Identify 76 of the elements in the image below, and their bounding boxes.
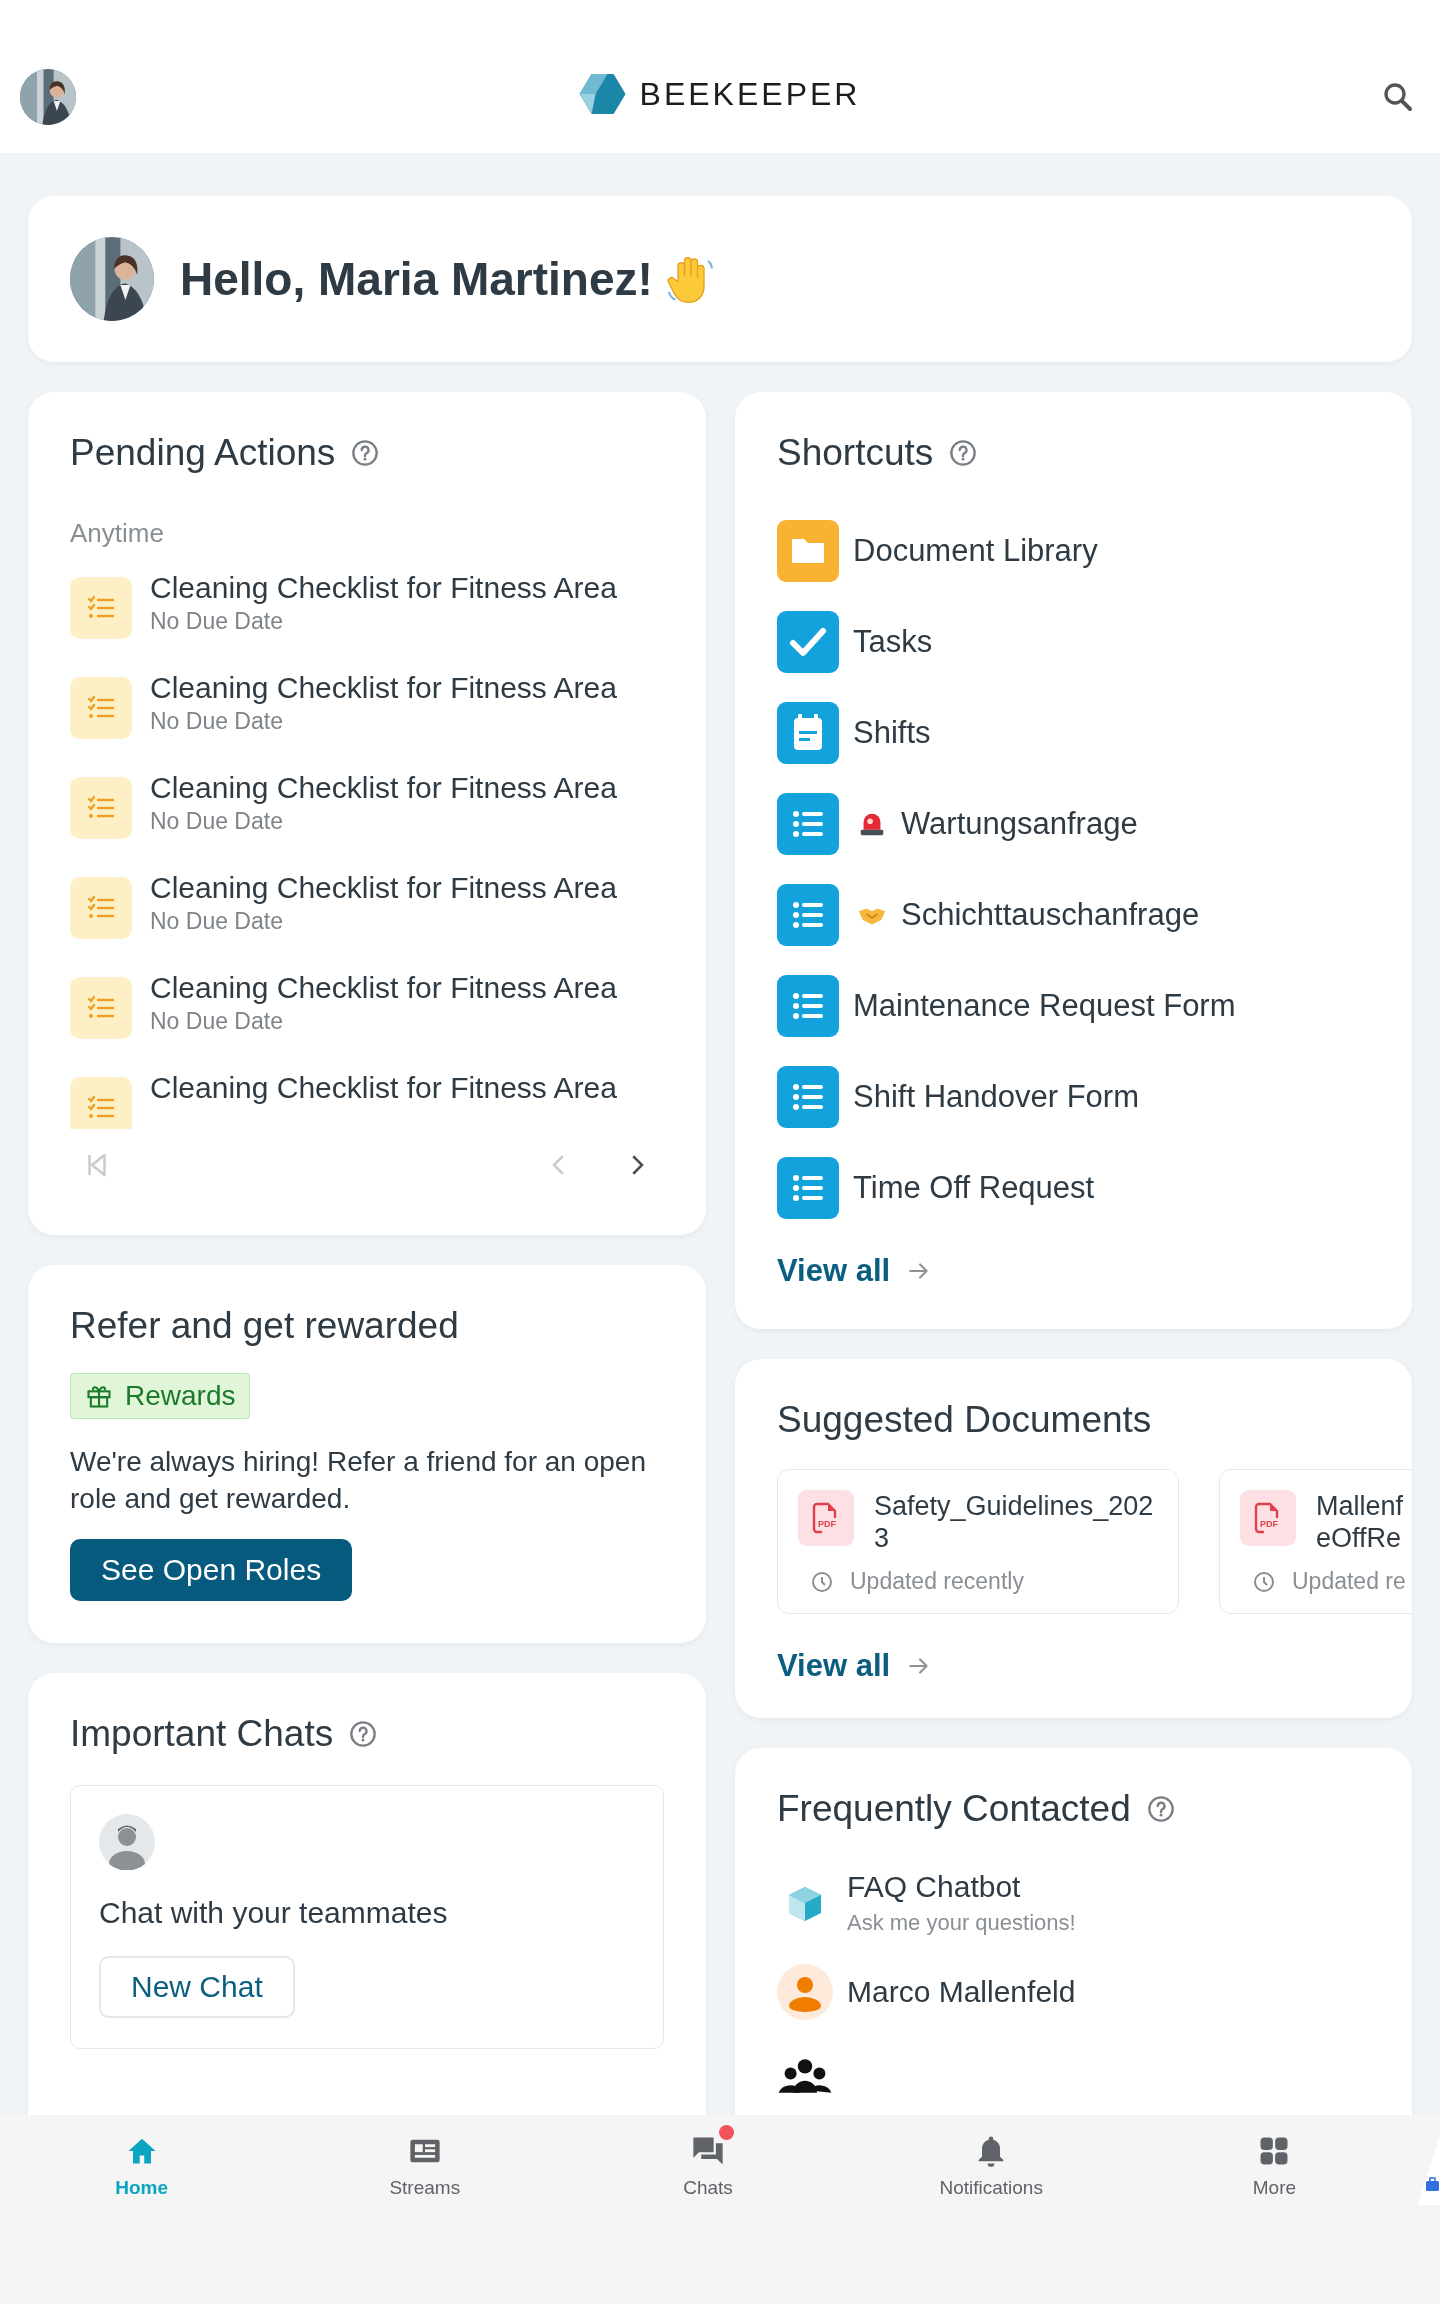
updated-text: Updated recently <box>850 1568 1024 1595</box>
document-title: Mallenf <box>1316 1490 1404 1522</box>
shortcut-link[interactable]: Shifts <box>853 715 931 751</box>
due-date: No Due Date <box>150 1007 284 1035</box>
help-icon[interactable] <box>1146 1795 1175 1823</box>
nav-tab[interactable]: Streams <box>383 2115 467 2200</box>
checklist-icon <box>70 1077 132 1129</box>
referral-text: We're always hiring! Refer a friend for an open role and get rewarded. <box>70 1445 647 1516</box>
action-title[interactable]: Cleaning Checklist for Fitness Area <box>150 569 617 607</box>
shortcut-link[interactable]: Maintenance Request Form <box>853 988 1236 1024</box>
shortcut-link[interactable]: Wartungsanfrage <box>901 806 1138 842</box>
action-title[interactable]: Cleaning Checklist for Fitness Area <box>150 1069 617 1107</box>
empty-state-text: Chat with your teammates <box>99 1896 449 1930</box>
document-title: 3 <box>874 1522 891 1554</box>
folder-icon <box>777 520 839 582</box>
brand-name: BEEKEEPER <box>639 75 861 113</box>
shortcut-link[interactable]: Time Off Request <box>853 1170 1095 1206</box>
card-title: Refer and get rewarded <box>70 1305 459 1347</box>
help-icon[interactable] <box>949 439 978 467</box>
list-icon <box>777 793 839 855</box>
card-title: Shortcuts <box>777 432 934 474</box>
card-title: Pending Actions <box>70 432 336 474</box>
help-icon[interactable] <box>349 1720 378 1748</box>
card-title: Important Chats <box>70 1713 334 1755</box>
document-card[interactable]: PDF Safety_Guidelines_202 3 Updated recently <box>777 1469 1179 1614</box>
checklist-icon <box>70 977 132 1039</box>
action-title[interactable]: Cleaning Checklist for Fitness Area <box>150 869 617 907</box>
tag-label: Rewards <box>125 1380 236 1412</box>
list-icon <box>777 975 839 1037</box>
action-title[interactable]: Cleaning Checklist for Fitness Area <box>150 969 617 1007</box>
greeting-text: Hello, Maria Martinez! <box>180 252 653 306</box>
document-card[interactable]: PDF Mallenf eOffRe Updated re <box>1219 1469 1412 1614</box>
due-date: No Due Date <box>150 607 284 635</box>
user-avatar-icon <box>99 1814 155 1870</box>
shortcut-link[interactable]: Document Library <box>853 533 1098 569</box>
contact-subtitle: Ask me your questions! <box>847 1910 1076 1936</box>
contact-name[interactable]: FAQ Chatbot <box>847 1870 1076 1904</box>
clock-icon <box>810 1569 834 1594</box>
view-all-link[interactable]: View all <box>777 1648 933 1684</box>
list-icon <box>777 1066 839 1128</box>
list-icon <box>777 884 839 946</box>
document-title: Safety_Guidelines_202 <box>874 1490 1154 1522</box>
group-label: Anytime <box>70 518 165 549</box>
checklist-icon <box>70 877 132 939</box>
file-type-label: PDF <box>818 1519 836 1529</box>
nav-tab[interactable]: Notifications <box>933 2115 1049 2200</box>
updated-text: Updated re <box>1292 1568 1406 1595</box>
checkmark-icon <box>777 611 839 673</box>
due-date: No Due Date <box>150 707 284 735</box>
due-date: No Due Date <box>150 807 284 835</box>
shortcut-link[interactable]: Shift Handover Form <box>853 1079 1139 1115</box>
checklist-icon <box>70 677 132 739</box>
calendar-icon <box>777 702 839 764</box>
shortcut-link[interactable]: Tasks <box>853 624 933 660</box>
list-icon <box>777 1157 839 1219</box>
see-open-roles-button[interactable]: See Open Roles <box>70 1539 353 1601</box>
view-all-link[interactable]: View all <box>777 1253 933 1289</box>
help-icon[interactable] <box>351 439 380 467</box>
group-icon <box>777 2058 833 2094</box>
logo-icon <box>579 74 626 114</box>
contact-name[interactable]: Marco Mallenfeld <box>847 1975 1076 2009</box>
document-title: eOffRe <box>1316 1522 1403 1554</box>
shortcut-link[interactable]: Schichttauschanfrage <box>901 897 1200 933</box>
checklist-icon <box>70 577 132 639</box>
nav-tab[interactable]: More <box>1246 2115 1303 2200</box>
clock-icon <box>1252 1569 1276 1594</box>
due-date: No Due Date <box>150 907 284 935</box>
person-avatar-icon <box>777 1964 833 2020</box>
action-title[interactable]: Cleaning Checklist for Fitness Area <box>150 669 617 707</box>
new-chat-button[interactable]: New Chat <box>99 1956 295 2018</box>
checklist-icon <box>70 777 132 839</box>
action-title[interactable]: Cleaning Checklist for Fitness Area <box>150 769 617 807</box>
card-title: Suggested Documents <box>777 1399 1152 1441</box>
file-type-label: PDF <box>1260 1519 1278 1529</box>
nav-tab[interactable]: Chats <box>677 2115 739 2200</box>
card-title: Frequently Contacted <box>777 1788 1131 1830</box>
